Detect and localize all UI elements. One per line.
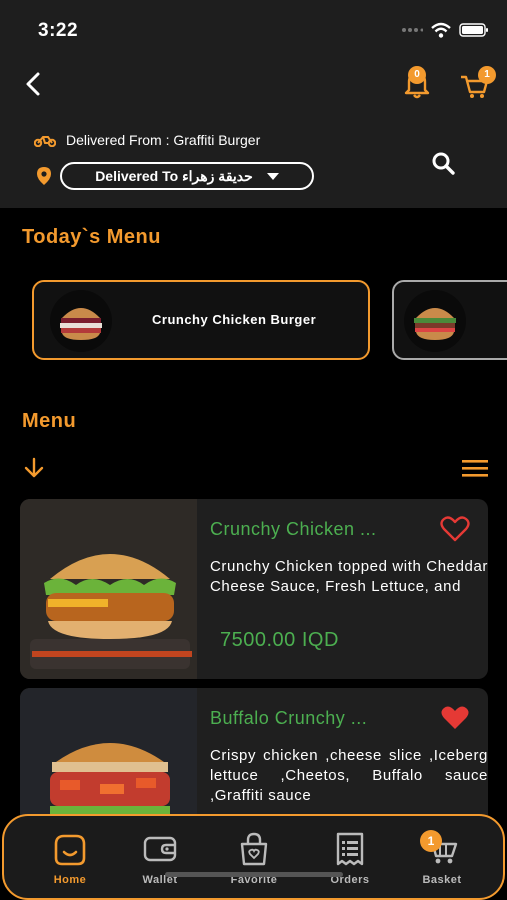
nav-basket[interactable]: 1 Basket (402, 830, 482, 892)
signal-icon (402, 28, 423, 32)
burger-image (414, 308, 456, 340)
nav-wallet[interactable]: Wallet (120, 832, 200, 892)
status-bar: 3:22 (0, 0, 507, 60)
battery-icon (459, 23, 488, 37)
home-indicator (165, 872, 343, 877)
product-card[interactable]: Crunchy Chicken ... Crunchy Chicken topp… (20, 499, 488, 679)
bottom-nav: Home Wallet Favorite Orders 1 Basket (2, 814, 505, 900)
notifications-button[interactable]: 0 (400, 66, 434, 100)
orders-icon (336, 832, 364, 866)
nav-favorite[interactable]: Favorite (214, 832, 294, 892)
nav-home[interactable]: Home (30, 832, 110, 892)
chevron-down-icon (266, 172, 279, 180)
delivered-from-text: Delivered From : Graffiti Burger (66, 132, 261, 148)
notification-badge: 0 (408, 66, 426, 84)
menu-lines-icon[interactable] (462, 458, 488, 478)
product-image (20, 499, 197, 679)
basket-badge: 1 (420, 830, 442, 852)
location-pin-icon (37, 167, 51, 185)
wallet-icon (143, 836, 177, 862)
heart-outline-icon[interactable] (440, 515, 470, 543)
delivered-from-row: Delivered From : Graffiti Burger (34, 132, 260, 148)
menu-title: Menu (22, 410, 77, 432)
chicken-burger-image (20, 499, 197, 679)
nav-label: Basket (422, 874, 462, 886)
todays-menu-title: Today`s Menu (22, 226, 161, 248)
delivery-address-dropdown[interactable]: Delivered To حديقة زهراء (60, 162, 314, 190)
home-icon (54, 834, 86, 866)
product-price: 7500.00 IQD (220, 629, 339, 651)
delivered-to-row: Delivered To حديقة زهراء (36, 162, 314, 190)
arrow-down-icon[interactable] (22, 456, 46, 480)
header: 0 1 Delivered From : Graffiti Burger Del… (0, 60, 507, 208)
search-icon[interactable] (430, 150, 458, 178)
today-item-card[interactable] (392, 280, 507, 360)
product-description: Crunchy Chicken topped with Cheddar Chee… (210, 558, 488, 595)
motorbike-icon (34, 136, 56, 147)
burger-thumbnail (50, 290, 112, 352)
heart-filled-icon[interactable] (440, 704, 470, 732)
burger-thumbnail (404, 290, 466, 352)
today-item-card[interactable]: Crunchy Chicken Burger (32, 280, 370, 360)
delivery-address-text: Delivered To حديقة زهراء (95, 167, 253, 184)
back-icon[interactable] (20, 70, 48, 98)
favorite-bag-icon (240, 832, 268, 866)
nav-label: Home (53, 874, 87, 886)
cart-badge: 1 (478, 66, 496, 84)
product-name: Buffalo Crunchy ... (210, 708, 368, 728)
status-icons (401, 22, 489, 38)
burger-image (60, 308, 102, 340)
wifi-icon (431, 22, 451, 38)
today-item-label: Crunchy Chicken Burger (152, 312, 317, 327)
status-time: 3:22 (38, 20, 79, 41)
cart-button[interactable]: 1 (458, 66, 496, 102)
product-name: Crunchy Chicken ... (210, 519, 377, 539)
product-description: Crispy chicken ,cheese slice ,Iceberg le… (210, 747, 488, 804)
nav-orders[interactable]: Orders (310, 832, 390, 892)
